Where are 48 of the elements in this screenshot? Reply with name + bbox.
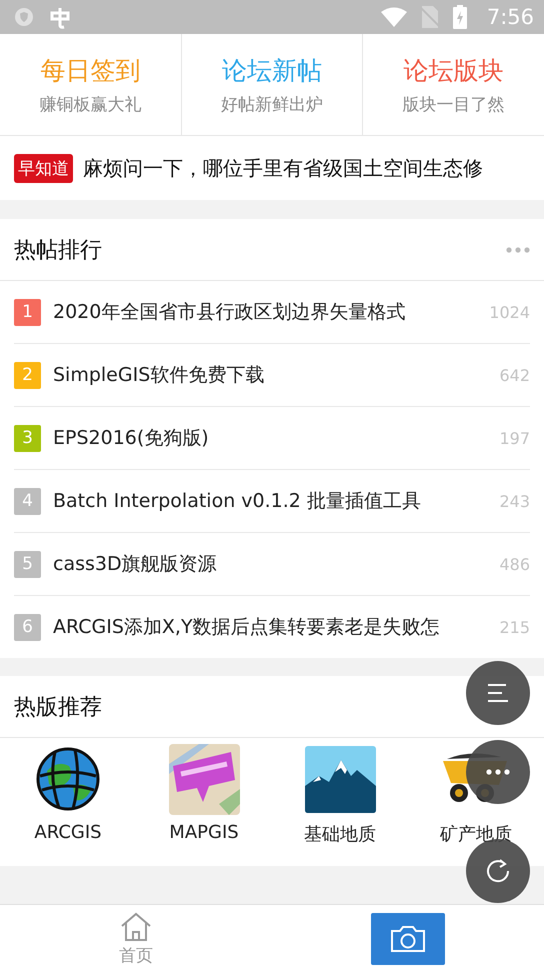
app-notification-icon xyxy=(48,5,72,29)
news-ticker[interactable]: 早知道 麻烦问一下，哪位手里有省级国土空间生态修 xyxy=(0,136,544,200)
post-count: 1024 xyxy=(489,302,530,322)
refresh-icon xyxy=(485,858,511,884)
camera-button[interactable] xyxy=(371,913,445,965)
post-count: 197 xyxy=(499,428,530,448)
camera-icon xyxy=(390,925,426,953)
board-label[interactable]: 基础地质 xyxy=(304,822,376,846)
quick-link-subtitle: 赚铜板赢大礼 xyxy=(39,94,142,116)
quick-link-title: 论坛新帖 xyxy=(222,54,322,86)
post-count: 243 xyxy=(499,492,530,510)
post-title-link[interactable]: Batch Interpolation v0.1.2 批量插值工具 xyxy=(53,488,488,514)
post-title-link[interactable]: 2020年全国省市县行政区划边界矢量格式 xyxy=(53,299,478,325)
post-title-link[interactable]: cass3D旗舰版资源 xyxy=(53,551,488,577)
post-count: 642 xyxy=(499,366,530,384)
status-time: 7:56 xyxy=(486,5,534,29)
rank-badge: 6 xyxy=(14,614,41,640)
post-count: 486 xyxy=(499,554,530,574)
shield-icon xyxy=(14,7,34,27)
menu-icon xyxy=(486,683,510,703)
mountain-icon xyxy=(304,746,376,812)
wifi-icon xyxy=(380,7,407,27)
rank-badge: 5 xyxy=(14,550,41,578)
post-title-link[interactable]: SimpleGIS软件免费下载 xyxy=(53,362,488,388)
post-count: 215 xyxy=(499,618,530,636)
post-title-link[interactable]: ARCGIS添加X,Y数据后点集转要素老是失败怎 xyxy=(53,614,488,640)
more-icon xyxy=(486,769,510,775)
rank-badge: 2 xyxy=(14,362,41,388)
home-icon xyxy=(119,912,153,942)
board-label[interactable]: ARCGIS xyxy=(34,822,102,843)
section-title: 热版推荐 xyxy=(14,694,102,722)
quick-link-title: 论坛版块 xyxy=(404,54,504,86)
rank-badge: 4 xyxy=(14,488,41,514)
battery-icon xyxy=(452,5,467,29)
board-label[interactable]: 矿产地质 xyxy=(440,822,512,846)
map-icon xyxy=(168,744,240,814)
quick-link-subtitle: 好帖新鲜出炉 xyxy=(221,94,323,116)
quick-link-subtitle: 版块一目了然 xyxy=(402,94,505,116)
no-sim-icon xyxy=(420,6,439,28)
section-title: 热帖排行 xyxy=(14,236,102,264)
post-title-link[interactable]: EPS2016(免狗版) xyxy=(53,425,488,451)
globe-icon xyxy=(35,746,101,812)
ticker-text: 麻烦问一下，哪位手里有省级国土空间生态修 xyxy=(83,154,483,182)
ticker-badge: 早知道 xyxy=(14,154,73,182)
board-label[interactable]: MAPGIS xyxy=(169,822,239,843)
rank-badge: 1 xyxy=(14,298,41,326)
rank-badge: 3 xyxy=(14,424,41,452)
quick-link-title: 每日签到 xyxy=(40,54,140,86)
